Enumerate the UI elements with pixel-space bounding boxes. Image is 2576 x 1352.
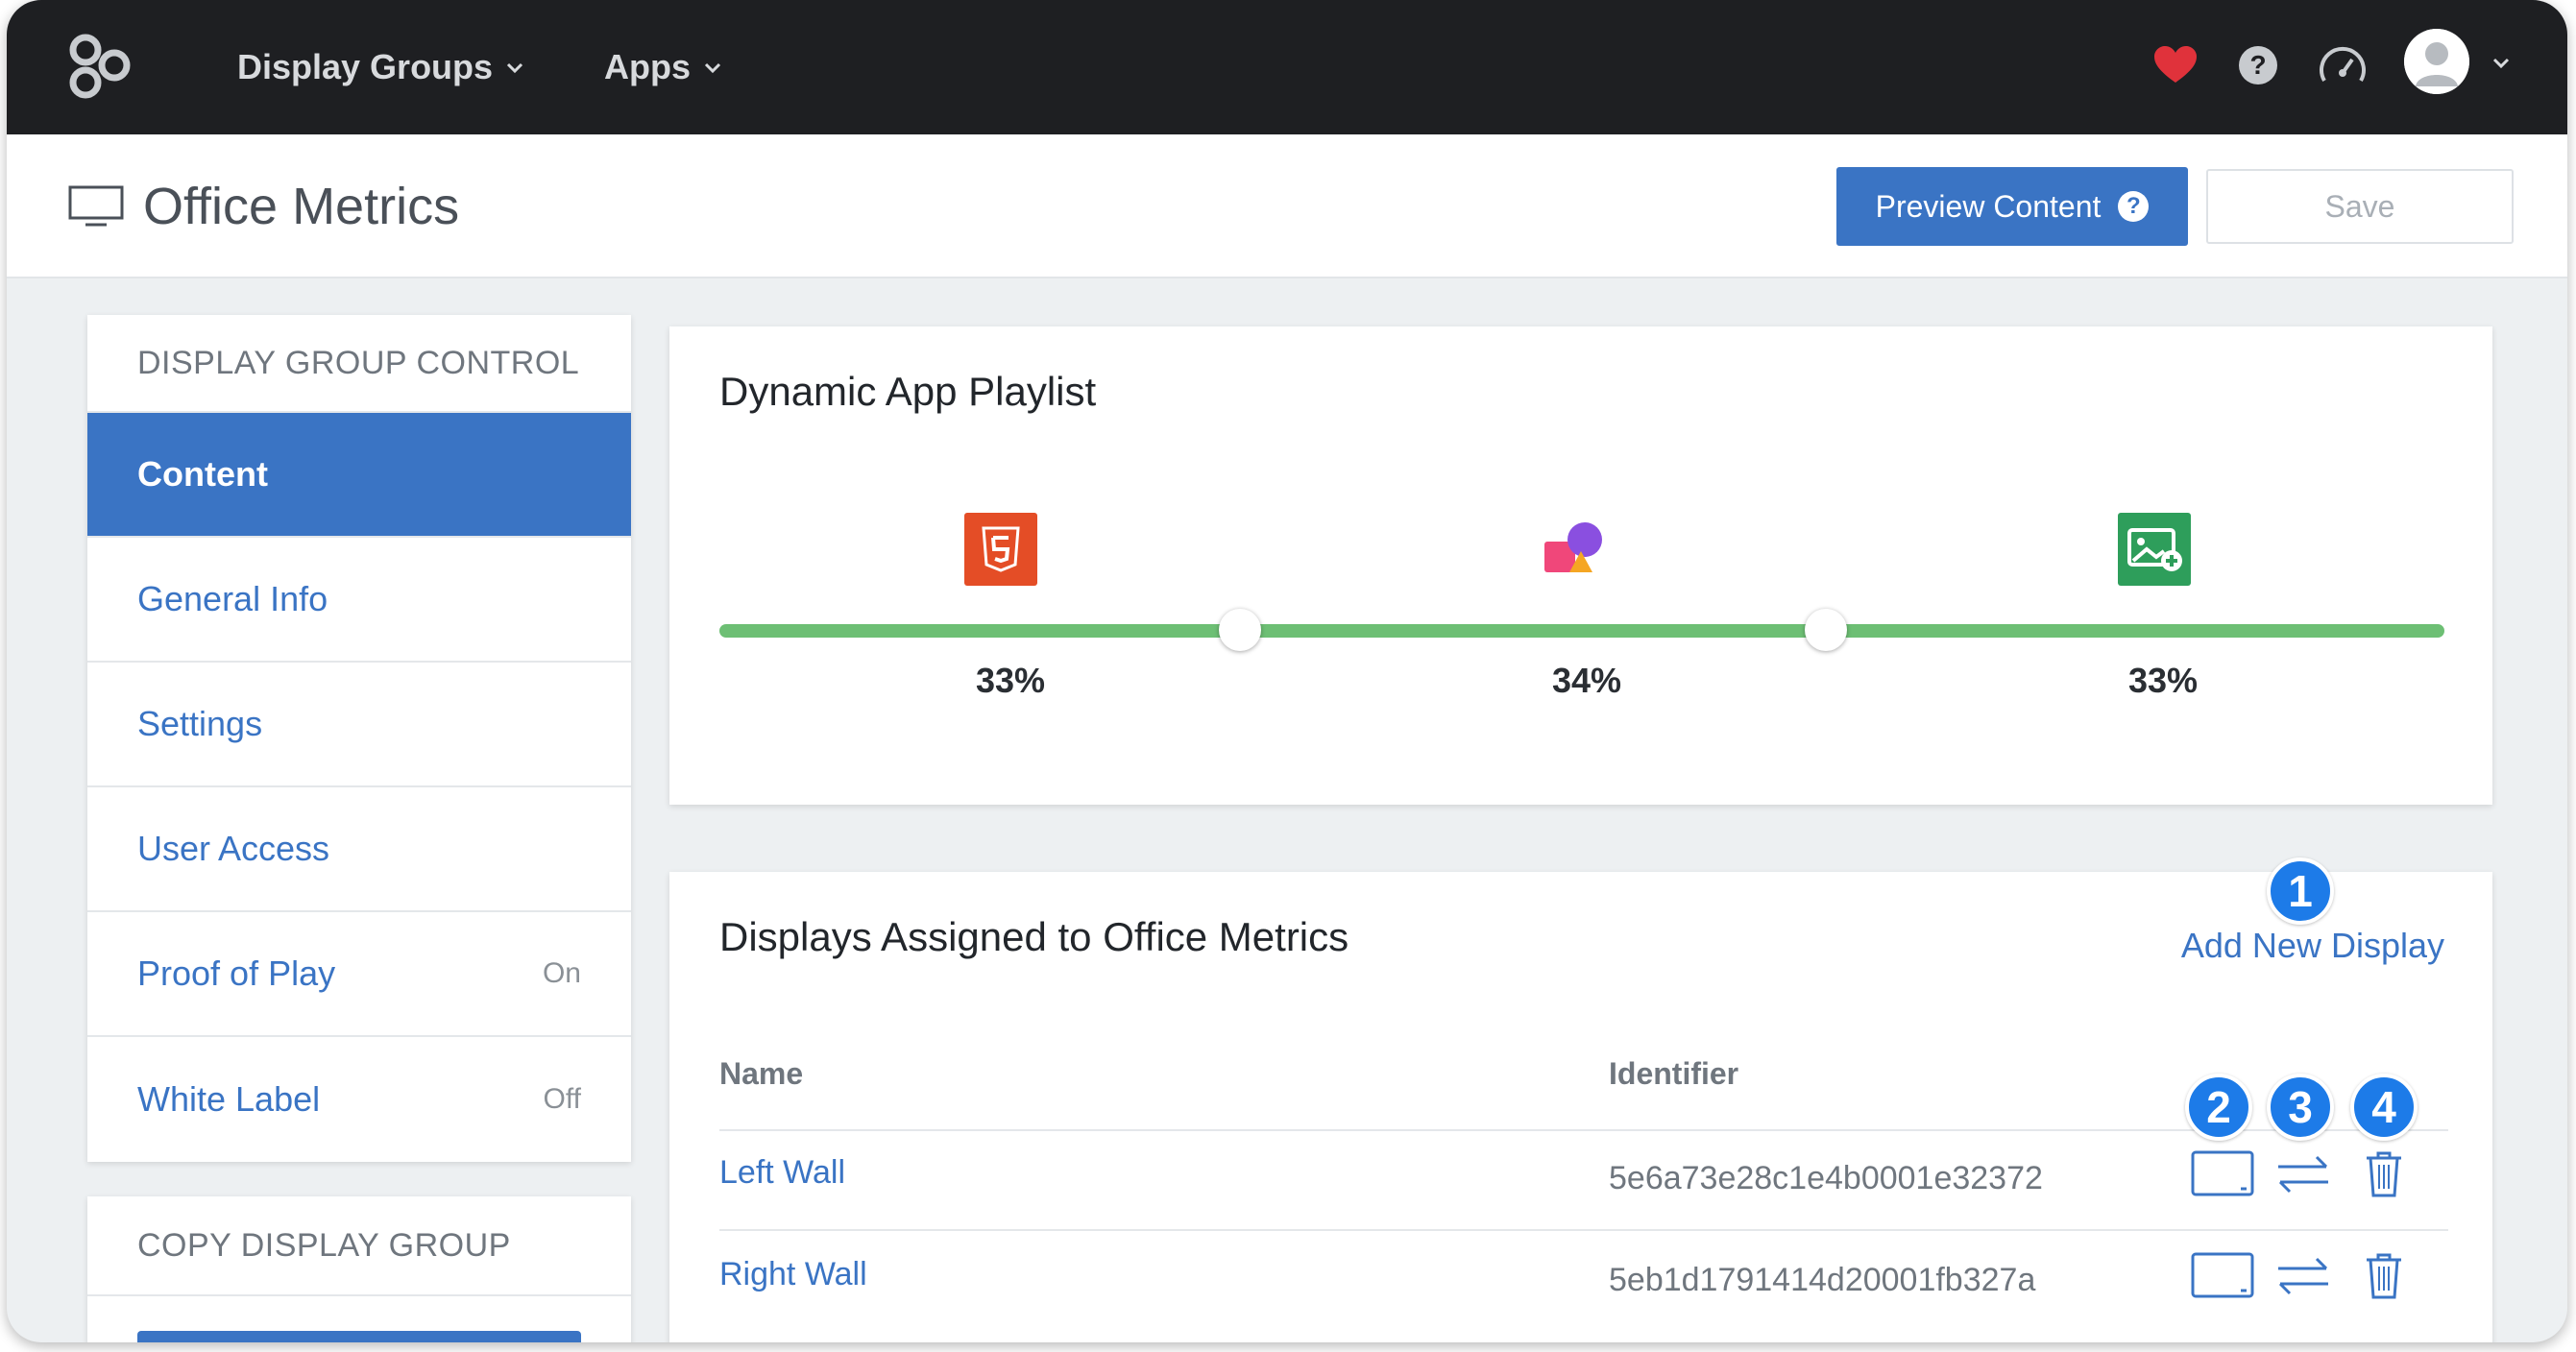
sidebar-item-user-access[interactable]: User Access <box>87 787 631 912</box>
chevron-down-icon <box>704 62 721 74</box>
nav-apps[interactable]: Apps <box>604 0 723 134</box>
status-badge: On <box>542 957 581 989</box>
trash-icon[interactable] <box>2352 1252 2416 1300</box>
chevron-down-icon <box>507 62 523 74</box>
divider <box>719 1229 2448 1231</box>
html5-icon[interactable] <box>964 513 1037 586</box>
playlist-card: Dynamic App Playlist 33% 34% 33% <box>669 326 2492 805</box>
segment-percent: 33% <box>2127 661 2199 700</box>
sidebar-item-proof-of-play[interactable]: Proof of Play On <box>87 912 631 1037</box>
sidebar-section-title: DISPLAY GROUP CONTROL <box>87 315 631 413</box>
top-nav: Display Groups Apps ? <box>7 0 2567 134</box>
sidebar-section-title: COPY DISPLAY GROUP <box>87 1196 631 1296</box>
help-icon[interactable]: ? <box>2227 35 2289 96</box>
nav-display-groups-label: Display Groups <box>237 47 494 86</box>
divider <box>719 1129 2448 1131</box>
sidebar-item-label: Settings <box>137 704 263 743</box>
nav-display-groups[interactable]: Display Groups <box>237 0 525 134</box>
column-header-identifier: Identifier <box>1609 1056 1739 1091</box>
segment-percent: 34% <box>1551 661 1622 700</box>
sidebar-item-settings[interactable]: Settings <box>87 663 631 787</box>
display-name-link[interactable]: Right Wall <box>719 1256 867 1293</box>
preview-content-label: Preview Content <box>1875 188 2102 224</box>
callout-badge-1: 1 <box>2267 857 2334 925</box>
display-name-link[interactable]: Left Wall <box>719 1154 845 1192</box>
page-header: Office Metrics Preview Content ? Save <box>7 134 2567 278</box>
playlist-slider-track[interactable] <box>719 624 2444 638</box>
segment-percent: 33% <box>975 661 1046 700</box>
chevron-down-icon[interactable] <box>2491 52 2512 73</box>
sidebar-item-label: White Label <box>137 1079 321 1119</box>
add-new-display-link[interactable]: Add New Display <box>2181 926 2444 966</box>
display-identifier: 5eb1d1791414d20001fb327a <box>1609 1262 2036 1298</box>
copy-button[interactable] <box>137 1331 581 1342</box>
speedometer-icon[interactable] <box>2312 35 2373 96</box>
status-badge: Off <box>543 1083 581 1115</box>
sidebar-item-label: General Info <box>137 579 328 618</box>
sidebar-item-label: Proof of Play <box>137 954 336 993</box>
display-identifier: 5e6a73e28c1e4b0001e32372 <box>1609 1160 2043 1196</box>
slider-handle[interactable] <box>1805 609 1847 651</box>
sidebar-item-content[interactable]: Content <box>87 413 631 538</box>
app-window: Display Groups Apps ? Office Metrics Pre… <box>7 0 2567 1342</box>
shapes-app-icon[interactable] <box>1541 513 1614 586</box>
trash-icon[interactable] <box>2352 1150 2416 1198</box>
save-button[interactable]: Save <box>2206 169 2514 244</box>
copy-display-group-panel: COPY DISPLAY GROUP <box>87 1196 631 1342</box>
nav-apps-label: Apps <box>604 47 691 86</box>
logo-icon[interactable] <box>64 29 137 102</box>
playlist-title: Dynamic App Playlist <box>719 369 1097 414</box>
sidebar: DISPLAY GROUP CONTROL Content General In… <box>87 315 631 1162</box>
callout-badge-4: 4 <box>2350 1074 2418 1141</box>
page-title: Office Metrics <box>143 178 460 235</box>
heart-icon[interactable] <box>2145 35 2206 96</box>
page-title-group: Office Metrics <box>68 177 459 236</box>
preview-content-button[interactable]: Preview Content ? <box>1836 167 2188 246</box>
sidebar-item-label: User Access <box>137 829 330 868</box>
callout-badge-3: 3 <box>2267 1074 2334 1141</box>
avatar[interactable] <box>2404 29 2469 94</box>
svg-text:?: ? <box>2249 50 2266 80</box>
monitor-icon <box>68 185 124 227</box>
slider-handle[interactable] <box>1219 609 1261 651</box>
displays-title: Displays Assigned to Office Metrics <box>719 914 1349 959</box>
help-icon: ? <box>2118 191 2150 222</box>
sidebar-item-label: Content <box>137 454 268 494</box>
sidebar-item-general-info[interactable]: General Info <box>87 538 631 663</box>
monitor-icon[interactable] <box>2191 1252 2254 1300</box>
monitor-icon[interactable] <box>2191 1150 2254 1198</box>
callout-badge-2: 2 <box>2185 1074 2252 1141</box>
column-header-name: Name <box>719 1056 804 1091</box>
image-app-icon[interactable] <box>2118 513 2191 586</box>
sidebar-item-white-label[interactable]: White Label Off <box>87 1037 631 1162</box>
swap-icon[interactable] <box>2272 1150 2335 1198</box>
swap-icon[interactable] <box>2272 1252 2335 1300</box>
